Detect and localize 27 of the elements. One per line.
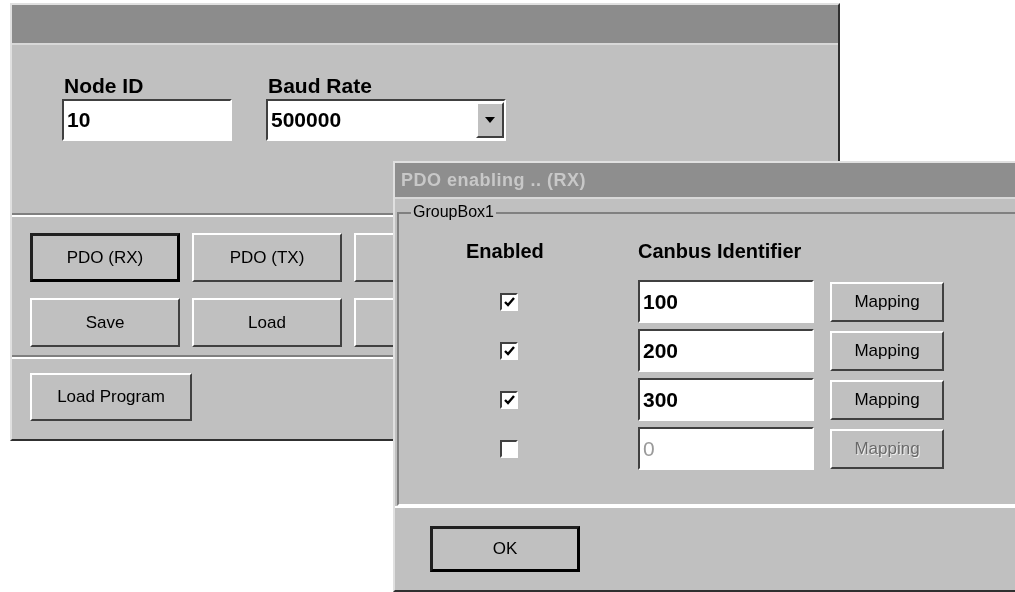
input-field[interactable]: 300 <box>638 378 814 421</box>
column-header: Canbus Identifier <box>638 239 802 264</box>
checkmark-icon <box>503 345 515 356</box>
mapping-button[interactable]: Mapping <box>830 330 944 371</box>
mapping-button[interactable]: Mapping <box>830 379 944 420</box>
ok-button[interactable]: OK <box>430 526 580 572</box>
field-label: Baud Rate <box>268 73 373 99</box>
button[interactable]: PDO (RX) <box>30 233 180 282</box>
button[interactable]: Load <box>192 298 342 347</box>
checkbox[interactable] <box>500 439 518 458</box>
dialog-title: PDO enabling .. (RX) <box>401 168 586 192</box>
baud-rate-dropdown[interactable]: 500000 <box>266 99 506 141</box>
group-box-title: GroupBox1 <box>411 202 496 222</box>
button[interactable]: PDO (TX) <box>192 233 342 282</box>
input-field[interactable]: 10 <box>62 99 232 141</box>
checkbox[interactable] <box>500 341 518 360</box>
checkmark-icon <box>503 296 515 307</box>
button[interactable]: Save <box>30 298 180 347</box>
checkbox[interactable] <box>500 292 518 311</box>
mapping-button[interactable]: Mapping <box>830 281 944 322</box>
button[interactable]: Load Program <box>30 373 192 421</box>
checkmark-icon <box>503 394 515 405</box>
input-field[interactable]: 100 <box>638 280 814 323</box>
field-label: Node ID <box>64 73 145 99</box>
input-field[interactable]: 200 <box>638 329 814 372</box>
column-header: Enabled <box>465 239 545 264</box>
checkbox[interactable] <box>500 390 518 409</box>
